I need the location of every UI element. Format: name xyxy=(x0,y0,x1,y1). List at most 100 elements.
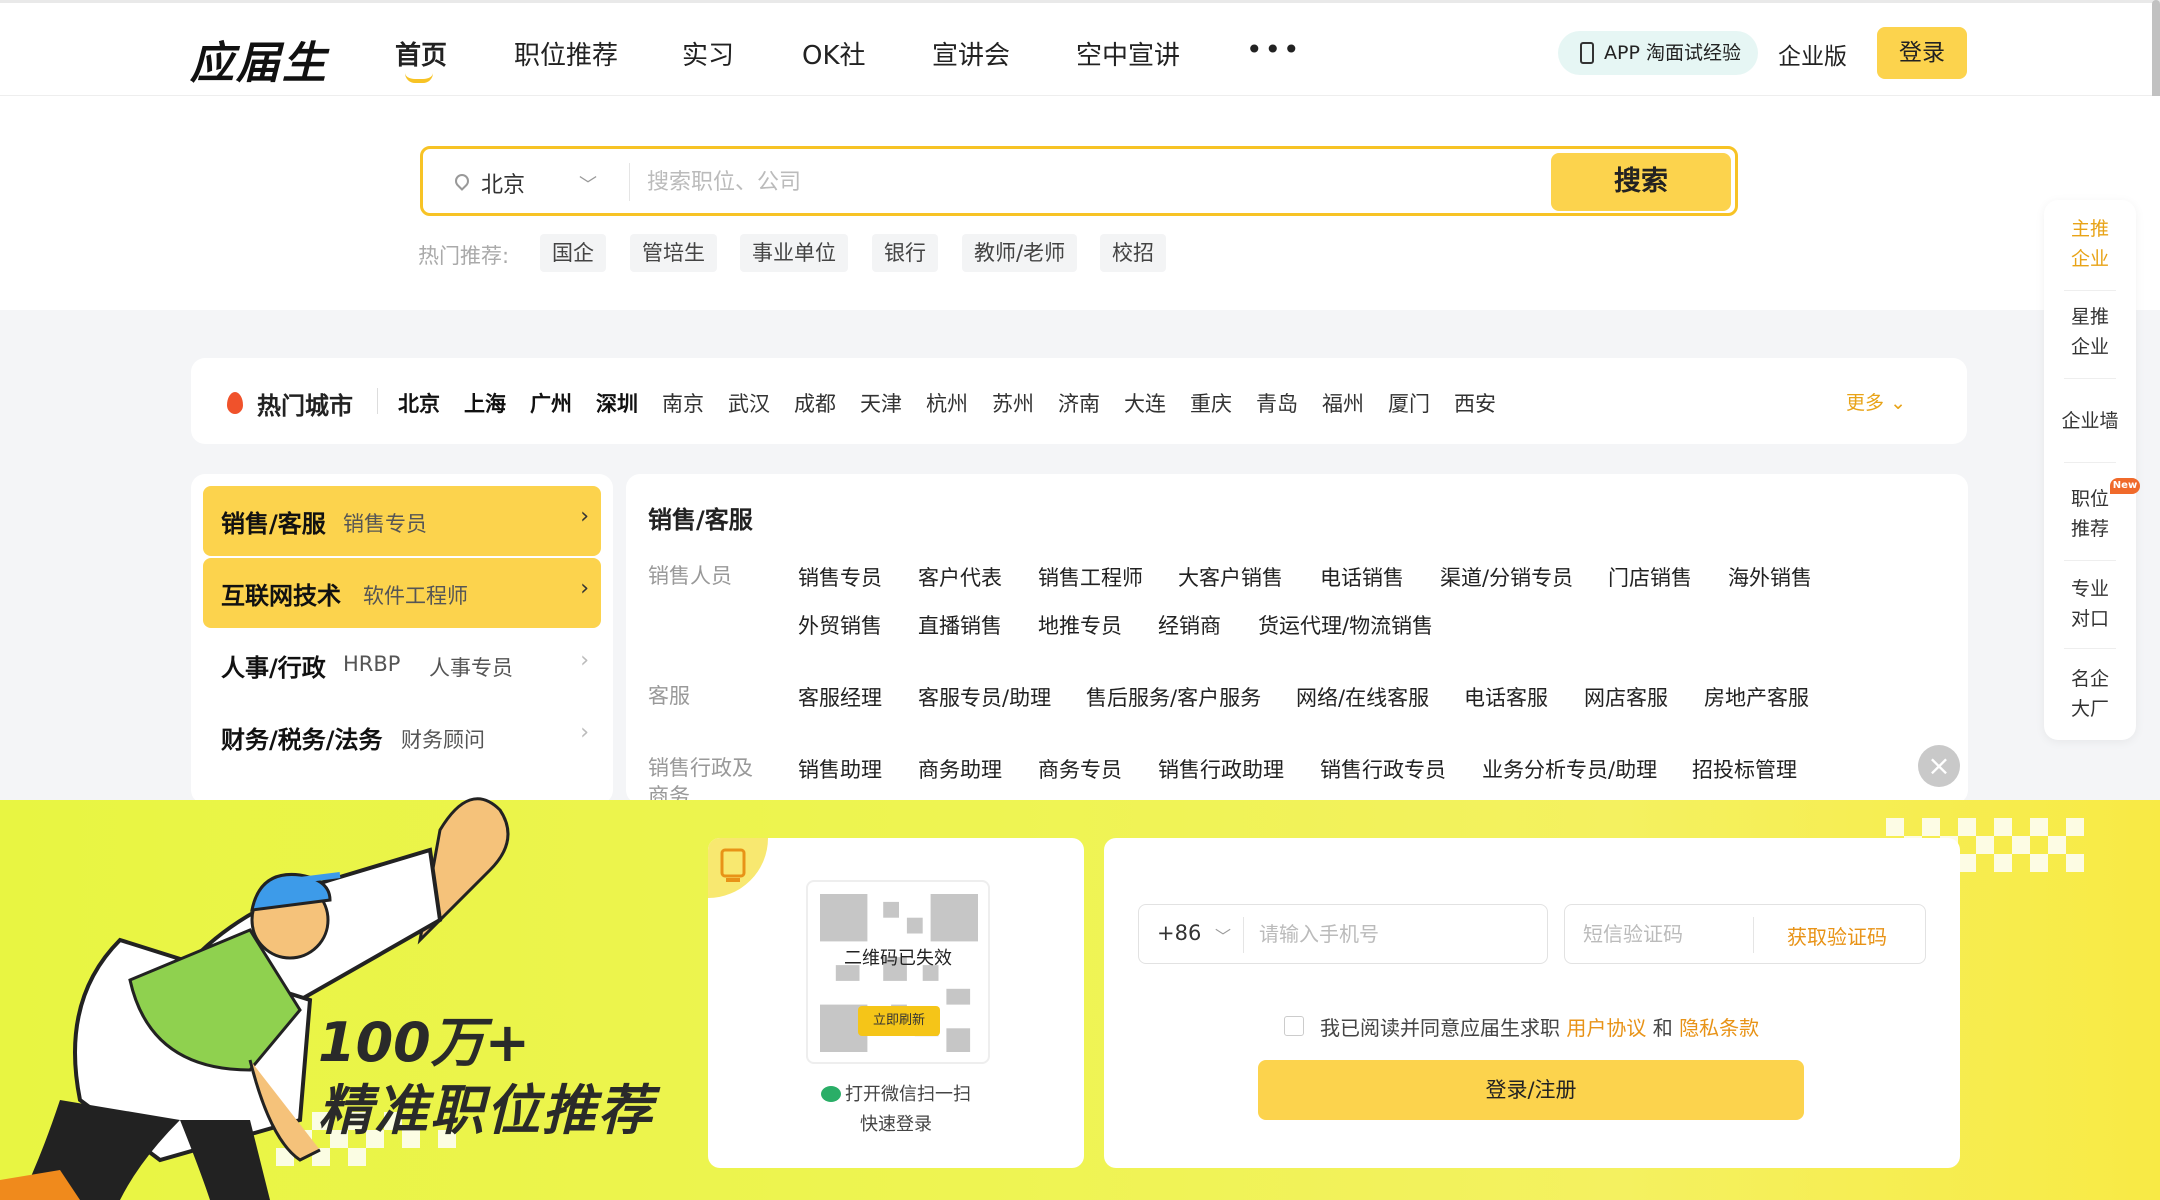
login-register-button[interactable]: 登录/注册 xyxy=(1258,1060,1804,1120)
city-selector[interactable]: 北京 xyxy=(481,167,525,199)
nav-internship[interactable]: 实习 xyxy=(682,35,734,72)
country-code-select[interactable]: +86 xyxy=(1157,921,1201,945)
nav-job-recommend[interactable]: 职位推荐 xyxy=(514,35,618,72)
qr-corner-tab[interactable] xyxy=(708,838,768,898)
job-link[interactable]: 经销商 xyxy=(1158,610,1221,640)
job-link[interactable]: 销售专员 xyxy=(798,562,882,592)
job-link[interactable]: 商务专员 xyxy=(1038,754,1122,784)
nav-more-icon[interactable]: ••• xyxy=(1246,33,1302,66)
job-link[interactable]: 招投标管理 xyxy=(1692,754,1797,784)
city-link[interactable]: 大连 xyxy=(1124,388,1166,418)
qr-login-card: 二维码已失效 立即刷新 打开微信扫一扫 快速登录 xyxy=(708,838,1084,1168)
chevron-down-icon[interactable]: ﹀ xyxy=(579,171,597,197)
job-link[interactable]: 海外销售 xyxy=(1728,562,1812,592)
qr-refresh-button[interactable]: 立即刷新 xyxy=(858,1006,940,1036)
side-item-top-companies[interactable]: 名企 大厂 xyxy=(2044,664,2136,724)
city-link[interactable]: 杭州 xyxy=(926,388,968,418)
job-link[interactable]: 客服经理 xyxy=(798,682,882,712)
enterprise-link[interactable]: 企业版 xyxy=(1778,37,1847,71)
job-link[interactable]: 电话销售 xyxy=(1320,562,1404,592)
side-item-featured-company[interactable]: 主推 企业 xyxy=(2044,214,2136,274)
side-item-line: 推荐 xyxy=(2070,518,2109,540)
job-link[interactable]: 大客户销售 xyxy=(1178,562,1283,592)
city-link[interactable]: 青岛 xyxy=(1256,388,1298,418)
city-link[interactable]: 南京 xyxy=(662,388,704,418)
job-link[interactable]: 地推专员 xyxy=(1038,610,1122,640)
job-link[interactable]: 房地产客服 xyxy=(1704,682,1809,712)
job-link[interactable]: 电话客服 xyxy=(1464,682,1548,712)
job-link[interactable]: 客服专员/助理 xyxy=(918,682,1051,712)
sms-code-input[interactable] xyxy=(1581,917,1751,953)
side-item-star-company[interactable]: 星推 企业 xyxy=(2044,302,2136,362)
privacy-policy-link[interactable]: 隐私条款 xyxy=(1679,1016,1759,1040)
search-button[interactable]: 搜索 xyxy=(1551,153,1731,211)
hot-tag[interactable]: 国企 xyxy=(540,234,606,272)
site-logo[interactable]: 应届生 xyxy=(190,27,328,91)
city-link[interactable]: 武汉 xyxy=(728,388,770,418)
job-link[interactable]: 售后服务/客户服务 xyxy=(1086,682,1261,712)
city-link[interactable]: 西安 xyxy=(1454,388,1496,418)
job-link[interactable]: 销售助理 xyxy=(798,754,882,784)
hot-tag[interactable]: 事业单位 xyxy=(740,234,848,272)
side-item-line: 企业墙 xyxy=(2061,410,2119,432)
category-item-internet[interactable]: 互联网技术 软件工程师 › xyxy=(203,558,601,628)
nav-home[interactable]: 首页 xyxy=(395,35,447,72)
city-link[interactable]: 上海 xyxy=(464,388,506,418)
chevron-right-icon: › xyxy=(580,504,589,529)
city-link[interactable]: 福州 xyxy=(1322,388,1364,418)
new-badge: New xyxy=(2110,478,2140,494)
category-sub[interactable]: 销售专员 xyxy=(343,508,427,538)
job-link[interactable]: 网店客服 xyxy=(1584,682,1668,712)
hot-tag[interactable]: 管培生 xyxy=(630,234,717,272)
more-cities-button[interactable]: 更多 ⌄ xyxy=(1846,388,1906,415)
hot-recommend-label: 热门推荐: xyxy=(418,244,510,268)
nav-online-talk[interactable]: 空中宣讲 xyxy=(1076,35,1180,72)
hot-tag[interactable]: 教师/老师 xyxy=(962,234,1078,272)
hot-tag[interactable]: 银行 xyxy=(872,234,938,272)
phone-input[interactable] xyxy=(1257,917,1527,953)
hot-tag[interactable]: 校招 xyxy=(1100,234,1166,272)
app-pill-label: APP 淘面试经验 xyxy=(1604,42,1741,64)
job-link[interactable]: 货运代理/物流销售 xyxy=(1258,610,1433,640)
city-link[interactable]: 苏州 xyxy=(992,388,1034,418)
get-code-button[interactable]: 获取验证码 xyxy=(1787,921,1887,950)
city-link[interactable]: 重庆 xyxy=(1190,388,1232,418)
city-link[interactable]: 济南 xyxy=(1058,388,1100,418)
divider xyxy=(2064,648,2116,649)
job-link[interactable]: 外贸销售 xyxy=(798,610,882,640)
city-link[interactable]: 北京 xyxy=(398,388,440,418)
nav-campus-talk[interactable]: 宣讲会 xyxy=(932,35,1010,72)
search-input[interactable] xyxy=(645,163,1285,201)
side-item-major-match[interactable]: 专业 对口 xyxy=(2044,574,2136,634)
category-title: 互联网技术 xyxy=(221,582,341,610)
job-link[interactable]: 商务助理 xyxy=(918,754,1002,784)
login-button[interactable]: 登录 xyxy=(1877,27,1967,79)
job-link[interactable]: 销售行政助理 xyxy=(1158,754,1284,784)
side-item-line: 职位 xyxy=(2070,488,2109,510)
job-link[interactable]: 业务分析专员/助理 xyxy=(1482,754,1657,784)
city-link[interactable]: 深圳 xyxy=(596,388,638,418)
job-link[interactable]: 销售工程师 xyxy=(1038,562,1143,592)
job-link[interactable]: 销售行政专员 xyxy=(1320,754,1446,784)
category-sub[interactable]: 软件工程师 xyxy=(363,580,468,610)
city-link[interactable]: 天津 xyxy=(860,388,902,418)
job-link[interactable]: 直播销售 xyxy=(918,610,1002,640)
job-link[interactable]: 门店销售 xyxy=(1608,562,1692,592)
agree-checkbox[interactable] xyxy=(1284,1016,1304,1036)
city-link[interactable]: 厦门 xyxy=(1388,388,1430,418)
app-download-button[interactable]: APP 淘面试经验 xyxy=(1558,31,1758,75)
job-link[interactable]: 网络/在线客服 xyxy=(1296,682,1429,712)
city-link[interactable]: 成都 xyxy=(794,388,836,418)
close-banner-icon[interactable]: × xyxy=(1918,745,1960,787)
category-sub[interactable]: 人事专员 xyxy=(429,652,513,682)
chevron-down-icon[interactable]: ﹀ xyxy=(1215,923,1231,947)
nav-ok-club[interactable]: OK社 xyxy=(802,35,866,72)
city-link[interactable]: 广州 xyxy=(530,388,572,418)
category-sub[interactable]: HRBP xyxy=(343,652,400,676)
side-item-company-wall[interactable]: 企业墙 xyxy=(2044,406,2136,436)
category-item-sales[interactable]: 销售/客服 销售专员 › xyxy=(203,486,601,556)
job-link[interactable]: 客户代表 xyxy=(918,562,1002,592)
user-agreement-link[interactable]: 用户协议 xyxy=(1566,1016,1646,1040)
job-link[interactable]: 渠道/分销专员 xyxy=(1440,562,1573,592)
category-item-hr[interactable]: 人事/行政 HRBP 人事专员 › xyxy=(203,630,601,700)
